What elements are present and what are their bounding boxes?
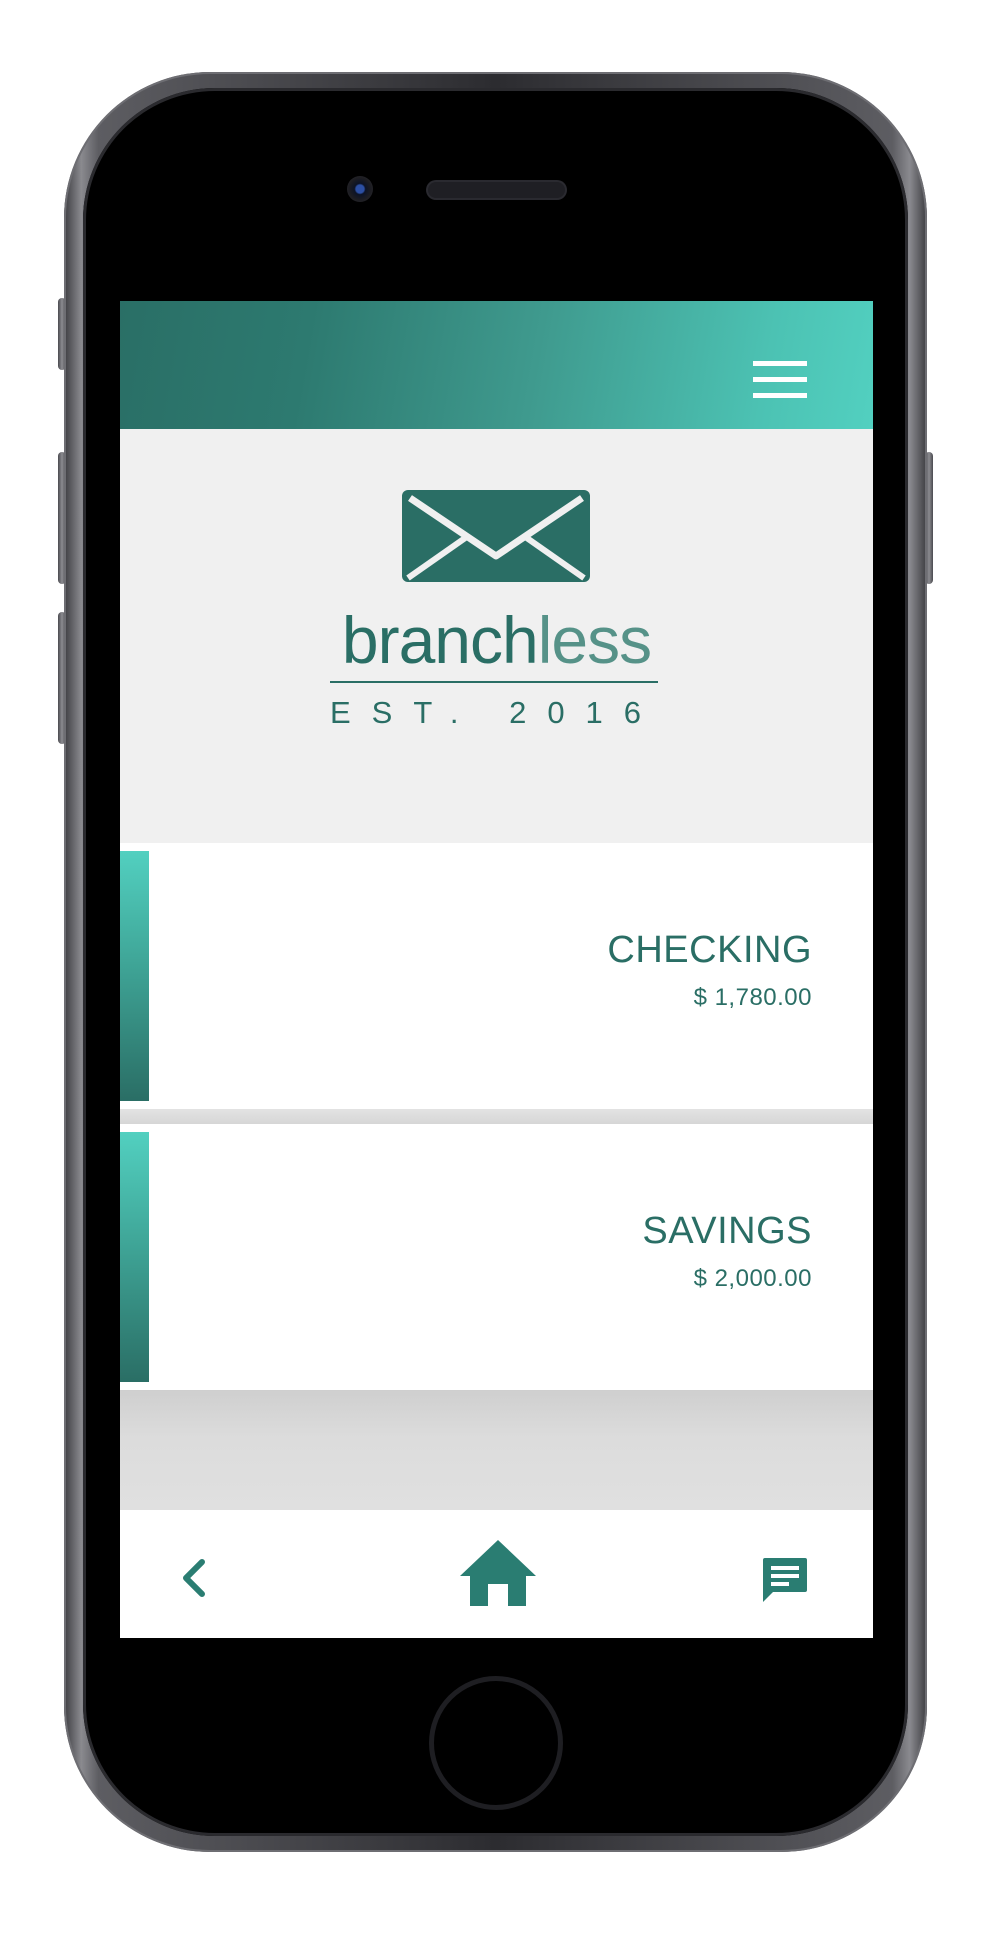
envelope-icon <box>402 490 590 582</box>
card-accent-bar <box>120 1132 149 1382</box>
brand-underline <box>330 681 658 683</box>
card-divider <box>120 1109 873 1124</box>
app-header <box>120 301 873 429</box>
account-card-checking[interactable]: CHECKING $ 1,780.00 <box>120 843 873 1109</box>
account-balance: $ 1,780.00 <box>693 984 812 1011</box>
account-card-savings[interactable]: SAVINGS $ 2,000.00 <box>120 1124 873 1390</box>
brand-logo: branchless EST. 2016 <box>120 429 873 844</box>
brand-main: branch <box>341 603 539 677</box>
account-balance: $ 2,000.00 <box>693 1265 812 1292</box>
hamburger-menu-icon[interactable] <box>753 361 807 399</box>
bottom-nav <box>120 1510 873 1638</box>
home-button <box>429 1676 563 1810</box>
chevron-left-icon[interactable] <box>178 1556 208 1600</box>
chat-icon[interactable] <box>761 1556 809 1604</box>
brand-wordmark: branchless <box>120 607 873 673</box>
home-icon[interactable] <box>458 1538 538 1608</box>
empty-area <box>120 1390 873 1510</box>
account-name: CHECKING <box>607 929 812 971</box>
account-name: SAVINGS <box>642 1210 812 1252</box>
brand-light: less <box>537 603 652 677</box>
brand-tagline: EST. 2016 <box>330 695 663 730</box>
front-camera <box>347 176 373 202</box>
card-accent-bar <box>120 851 149 1101</box>
app-screen: branchless EST. 2016 CHECKING $ 1,780.00… <box>120 301 873 1638</box>
earpiece-speaker <box>428 182 565 198</box>
